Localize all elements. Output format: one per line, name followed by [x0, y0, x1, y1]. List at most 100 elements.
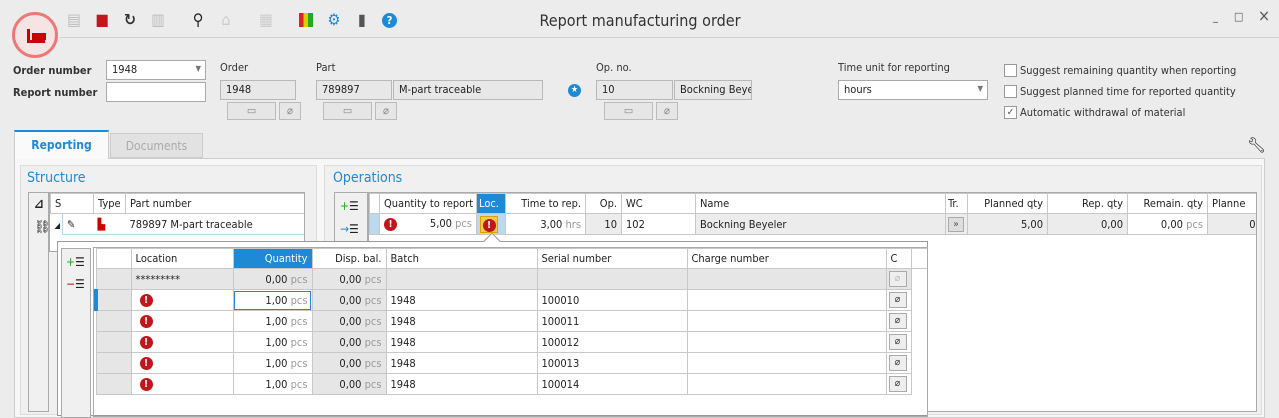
- tab-documents[interactable]: Documents: [110, 133, 203, 158]
- apps-grid-icon[interactable]: [299, 13, 313, 27]
- location-row[interactable]: ! 1,00 pcs 0,00 pcs 1948 100011 ⌀: [95, 310, 927, 332]
- order-attach-button[interactable]: ⌀: [279, 102, 301, 120]
- col-time-to-rep[interactable]: Time to rep.: [505, 193, 586, 214]
- col-disp-bal[interactable]: Disp. bal.: [311, 248, 387, 269]
- location-cell[interactable]: !: [130, 289, 234, 311]
- location-cell[interactable]: !: [130, 352, 234, 374]
- charge-number-cell[interactable]: [686, 331, 887, 353]
- batch-cell[interactable]: 1948: [385, 331, 538, 353]
- part-comment-button[interactable]: ▭: [323, 102, 372, 120]
- col-rep-qty[interactable]: Rep. qty: [1047, 193, 1128, 214]
- suggest-planned-checkbox[interactable]: [1004, 85, 1017, 98]
- col-name[interactable]: Name: [695, 193, 946, 214]
- suggest-remaining-checkbox[interactable]: [1004, 64, 1017, 77]
- batch-cell[interactable]: 1948: [385, 352, 538, 374]
- attach-button[interactable]: ⌀: [885, 331, 912, 353]
- star-icon[interactable]: ★: [568, 84, 581, 97]
- location-cell[interactable]: !: [130, 373, 234, 395]
- auto-withdrawal-checkbox[interactable]: ✓: [1004, 106, 1017, 119]
- refresh-icon[interactable]: ↻: [120, 11, 140, 29]
- print-icon[interactable]: ▤: [64, 11, 84, 29]
- home-icon[interactable]: ⌂: [216, 11, 236, 29]
- batch-cell[interactable]: 1948: [385, 289, 538, 311]
- save-icon[interactable]: ■: [92, 11, 112, 29]
- col-charge-number[interactable]: Charge number: [686, 248, 887, 269]
- minimize-button[interactable]: _: [1213, 10, 1218, 23]
- quantity-to-report-cell[interactable]: ! 5,00 pcs: [379, 213, 477, 235]
- time-unit-select[interactable]: hours ▼: [838, 80, 988, 100]
- serial-number-cell[interactable]: 100010: [536, 289, 688, 311]
- clipboard-icon[interactable]: ▥: [148, 11, 168, 29]
- app-logo[interactable]: [12, 12, 58, 58]
- close-button[interactable]: ×: [1258, 6, 1270, 25]
- structure-row[interactable]: ◢ ✎ ▙ 789897 M-part traceable: [51, 213, 304, 235]
- report-number-input[interactable]: [106, 82, 206, 102]
- col-type[interactable]: Type: [93, 193, 127, 214]
- settings-icon[interactable]: ⚙: [324, 11, 344, 29]
- batch-cell[interactable]: 1948: [385, 373, 538, 395]
- col-remain-qty[interactable]: Remain. qty: [1127, 193, 1208, 214]
- help-icon[interactable]: ?: [382, 13, 397, 28]
- col-op[interactable]: Op.: [585, 193, 622, 214]
- col-loc[interactable]: Loc.: [476, 193, 506, 214]
- add-row-icon[interactable]: +☰: [340, 199, 359, 213]
- serial-number-cell[interactable]: [536, 268, 688, 290]
- col-part-number[interactable]: Part number: [125, 193, 304, 214]
- batch-cell[interactable]: 1948: [385, 310, 538, 332]
- table-row[interactable]: ! 5,00 pcs ! 3,00 hrs 10 102 Bockning Bey…: [369, 213, 1256, 235]
- location-row[interactable]: ********* 0,00 pcs 0,00 pcs ⌀: [95, 268, 927, 290]
- serial-number-cell[interactable]: 100013: [536, 352, 688, 374]
- transfer-button[interactable]: »: [945, 213, 968, 235]
- quantity-cell[interactable]: 1,00 pcs: [232, 352, 313, 374]
- charge-number-cell[interactable]: [686, 373, 887, 395]
- order-comment-button[interactable]: ▭: [227, 102, 276, 120]
- loc-cell[interactable]: !: [476, 213, 506, 235]
- location-row[interactable]: ! 1,00 pcs 0,00 pcs 1948 100014 ⌀: [95, 373, 927, 395]
- attach-button[interactable]: ⌀: [885, 289, 912, 311]
- col-location[interactable]: Location: [130, 248, 234, 269]
- quantity-cell[interactable]: 1,00 pcs: [232, 373, 313, 395]
- serial-number-cell[interactable]: 100011: [536, 310, 688, 332]
- layout-icon[interactable]: ▦: [256, 11, 276, 29]
- col-s[interactable]: S: [50, 193, 95, 214]
- quantity-cell[interactable]: 1,00 pcs: [232, 310, 313, 332]
- location-row[interactable]: ! 1,00 pcs 0,00 pcs 1948 100012 ⌀: [95, 331, 927, 353]
- maximize-button[interactable]: □: [1234, 10, 1243, 23]
- col-serial-number[interactable]: Serial number: [536, 248, 688, 269]
- location-cell[interactable]: *********: [130, 268, 234, 290]
- serial-number-cell[interactable]: 100014: [536, 373, 688, 395]
- charge-number-cell[interactable]: [686, 352, 887, 374]
- location-cell[interactable]: !: [130, 331, 234, 353]
- expand-all-icon[interactable]: ⊿: [34, 197, 44, 212]
- col-batch[interactable]: Batch: [385, 248, 538, 269]
- remove-location-icon[interactable]: −☰: [66, 277, 85, 291]
- col-planned-qty[interactable]: Planned qty: [967, 193, 1048, 214]
- order-number-select[interactable]: 1948 ▼: [106, 60, 206, 80]
- attach-button[interactable]: ⌀: [885, 310, 912, 332]
- attach-button[interactable]: ⌀: [885, 373, 912, 395]
- attach-button[interactable]: ⌀: [885, 268, 912, 290]
- tab-reporting[interactable]: Reporting: [14, 130, 109, 159]
- time-to-rep-cell[interactable]: 3,00 hrs: [505, 213, 586, 235]
- collapse-icon[interactable]: ◢: [55, 221, 61, 230]
- col-wc[interactable]: WC: [621, 193, 696, 214]
- col-quantity-to-report[interactable]: Quantity to report: [379, 193, 477, 214]
- batch-cell[interactable]: [385, 268, 538, 290]
- op-comment-button[interactable]: ▭: [604, 102, 653, 120]
- book-icon[interactable]: ▮: [352, 11, 372, 29]
- remain-qty-cell[interactable]: 0,00 pcs: [1127, 213, 1208, 235]
- col-planned-2[interactable]: Planne: [1207, 193, 1256, 214]
- location-row[interactable]: ! 1,00 pcs 0,00 pcs 1948 100013 ⌀: [95, 352, 927, 374]
- attach-button[interactable]: ⌀: [885, 352, 912, 374]
- op-attach-button[interactable]: ⌀: [656, 102, 678, 120]
- charge-number-cell[interactable]: [686, 310, 887, 332]
- col-quantity[interactable]: Quantity: [232, 248, 313, 269]
- quantity-cell[interactable]: 1,00 pcs: [232, 289, 313, 311]
- add-location-icon[interactable]: +☰: [66, 255, 85, 269]
- quantity-cell[interactable]: 0,00 pcs: [232, 268, 313, 290]
- location-row[interactable]: ! 1,00 pcs 0,00 pcs 1948 100010 ⌀: [94, 289, 927, 311]
- wrench-icon[interactable]: 🔧︎: [1247, 136, 1266, 154]
- quantity-cell[interactable]: 1,00 pcs: [232, 331, 313, 353]
- charge-number-cell[interactable]: [686, 268, 887, 290]
- col-c[interactable]: C: [885, 248, 912, 269]
